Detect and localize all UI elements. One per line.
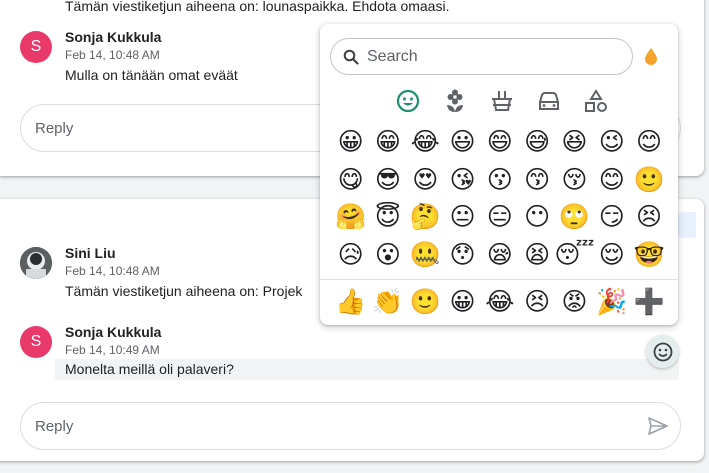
recent-emoji-item[interactable]: 👍: [332, 283, 369, 320]
emoji-item[interactable]: 😃: [444, 123, 481, 161]
message-time: Feb 14, 10:48 AM: [65, 48, 160, 62]
message-time: Feb 14, 10:48 AM: [65, 264, 160, 278]
avatar[interactable]: S: [20, 326, 52, 358]
avatar[interactable]: S: [20, 31, 52, 63]
emoji-item[interactable]: 😮: [369, 236, 406, 274]
nature-icon[interactable]: [437, 88, 472, 114]
recent-emoji-item[interactable]: 😣: [518, 283, 555, 320]
emoji-item[interactable]: 😀: [332, 123, 369, 161]
recent-emoji-item[interactable]: 👏: [369, 283, 406, 320]
emoji-item[interactable]: 🙂: [630, 161, 667, 199]
emoji-item[interactable]: 🤓: [630, 236, 667, 274]
emoji-item[interactable]: 😴: [554, 236, 594, 274]
sender-name: Sonja Kukkula: [65, 29, 162, 45]
emoji-item[interactable]: 🙄: [556, 198, 593, 236]
emoji-item[interactable]: 😪: [481, 236, 518, 274]
avatar[interactable]: [20, 247, 52, 279]
emoji-item[interactable]: 😊: [630, 123, 667, 161]
emoji-item[interactable]: 😇: [369, 198, 406, 236]
recent-emoji-item[interactable]: 🎉: [593, 283, 630, 320]
emoji-item[interactable]: 😋: [332, 161, 369, 199]
recent-emoji-item[interactable]: 😀: [444, 283, 481, 320]
send-icon[interactable]: [648, 417, 668, 439]
emoji-item[interactable]: 😌: [593, 236, 630, 274]
emoji-item[interactable]: 😎: [369, 161, 406, 199]
recent-emoji-item[interactable]: 😡: [556, 283, 593, 320]
skin-tone-icon: [645, 48, 657, 65]
emoji-item[interactable]: 😫: [518, 236, 555, 274]
recent-emoji-row: 👍 👏 🙂 😀 😂 😣 😡 🎉 ➕: [332, 283, 668, 320]
emoji-item[interactable]: 😯: [444, 236, 481, 274]
emoji-item[interactable]: 😶: [518, 198, 555, 236]
emoji-item[interactable]: 🤔: [407, 198, 444, 236]
search-icon: [343, 49, 359, 65]
emoji-item[interactable]: 😉: [593, 123, 630, 161]
emoji-button[interactable]: [646, 335, 679, 368]
emoji-item[interactable]: 😣: [630, 198, 667, 236]
emoji-item[interactable]: 😙: [518, 161, 555, 199]
emoji-item[interactable]: 😆: [556, 123, 593, 161]
emoji-item[interactable]: 😅: [518, 123, 555, 161]
sender-name: Sonja Kukkula: [65, 324, 162, 340]
message-body: Monelta meillä oli palaveri?: [55, 359, 679, 380]
emoji-item[interactable]: 😚: [556, 161, 593, 199]
emoji-item[interactable]: 😍: [407, 161, 444, 199]
emoji-grid: 😀 😁 😂 😃 😄 😅 😆 😉 😊 😋 😎 😍 😘 😗 😙 😚 😊 🙂 🤗 😇 🤔 😐 😑 😶 🙄 😏 😣 😥 😮 🤐 😯 😪 😫 😴 😌 🤓: [332, 123, 668, 273]
emoji-item[interactable]: 😄: [481, 123, 518, 161]
emoji-item[interactable]: 😊: [593, 161, 630, 199]
reply-placeholder: Reply: [35, 119, 74, 137]
emoji-category-tabs: [390, 88, 613, 114]
emoji-item[interactable]: 😘: [444, 161, 481, 199]
thread-topic-snippet: Tämän viestiketjun aiheena on: lounaspai…: [65, 0, 450, 14]
emoji-item[interactable]: 😗: [481, 161, 518, 199]
skin-tone-selector[interactable]: [643, 46, 659, 66]
emoji-item[interactable]: 😑: [481, 198, 518, 236]
reply-placeholder: Reply: [35, 417, 74, 435]
emoji-item[interactable]: 😥: [332, 236, 369, 274]
recent-emoji-item[interactable]: ➕: [630, 283, 667, 320]
message-time: Feb 14, 10:49 AM: [65, 343, 160, 357]
recent-emoji-item[interactable]: 🙂: [407, 283, 444, 320]
sender-name: Sini Liu: [65, 245, 116, 261]
symbols-icon[interactable]: [578, 88, 613, 114]
emoji-item[interactable]: 🤐: [407, 236, 444, 274]
divider: [320, 279, 678, 280]
food-icon[interactable]: [484, 88, 519, 114]
profile-photo: [20, 247, 52, 279]
smiley-icon: [653, 342, 672, 361]
emoji-item[interactable]: 😁: [369, 123, 406, 161]
travel-icon[interactable]: [531, 88, 566, 114]
emoji-search[interactable]: [330, 38, 633, 75]
emoji-item[interactable]: 😏: [593, 198, 630, 236]
reply-input[interactable]: Reply: [20, 402, 681, 450]
recent-emoji-item[interactable]: 😂: [481, 283, 518, 320]
emoji-search-input[interactable]: [367, 47, 607, 66]
smileys-icon[interactable]: [390, 88, 425, 114]
emoji-picker: 😀😁😂😃😄😅😆😉😊😋😎😍😘😗😙😚😊🙂🤗😇🤔😐😑😶🙄😏😣😥😮🤐😯😪😫😴😌🤓 👍👏🙂…: [320, 24, 678, 325]
emoji-item[interactable]: 🤗: [332, 198, 369, 236]
emoji-item[interactable]: 😐: [444, 198, 481, 236]
message-body: Mulla on tänään omat eväät: [65, 67, 238, 83]
emoji-item[interactable]: 😂: [407, 123, 444, 161]
message-body: Tämän viestiketjun aiheena on: Projek: [65, 283, 303, 299]
